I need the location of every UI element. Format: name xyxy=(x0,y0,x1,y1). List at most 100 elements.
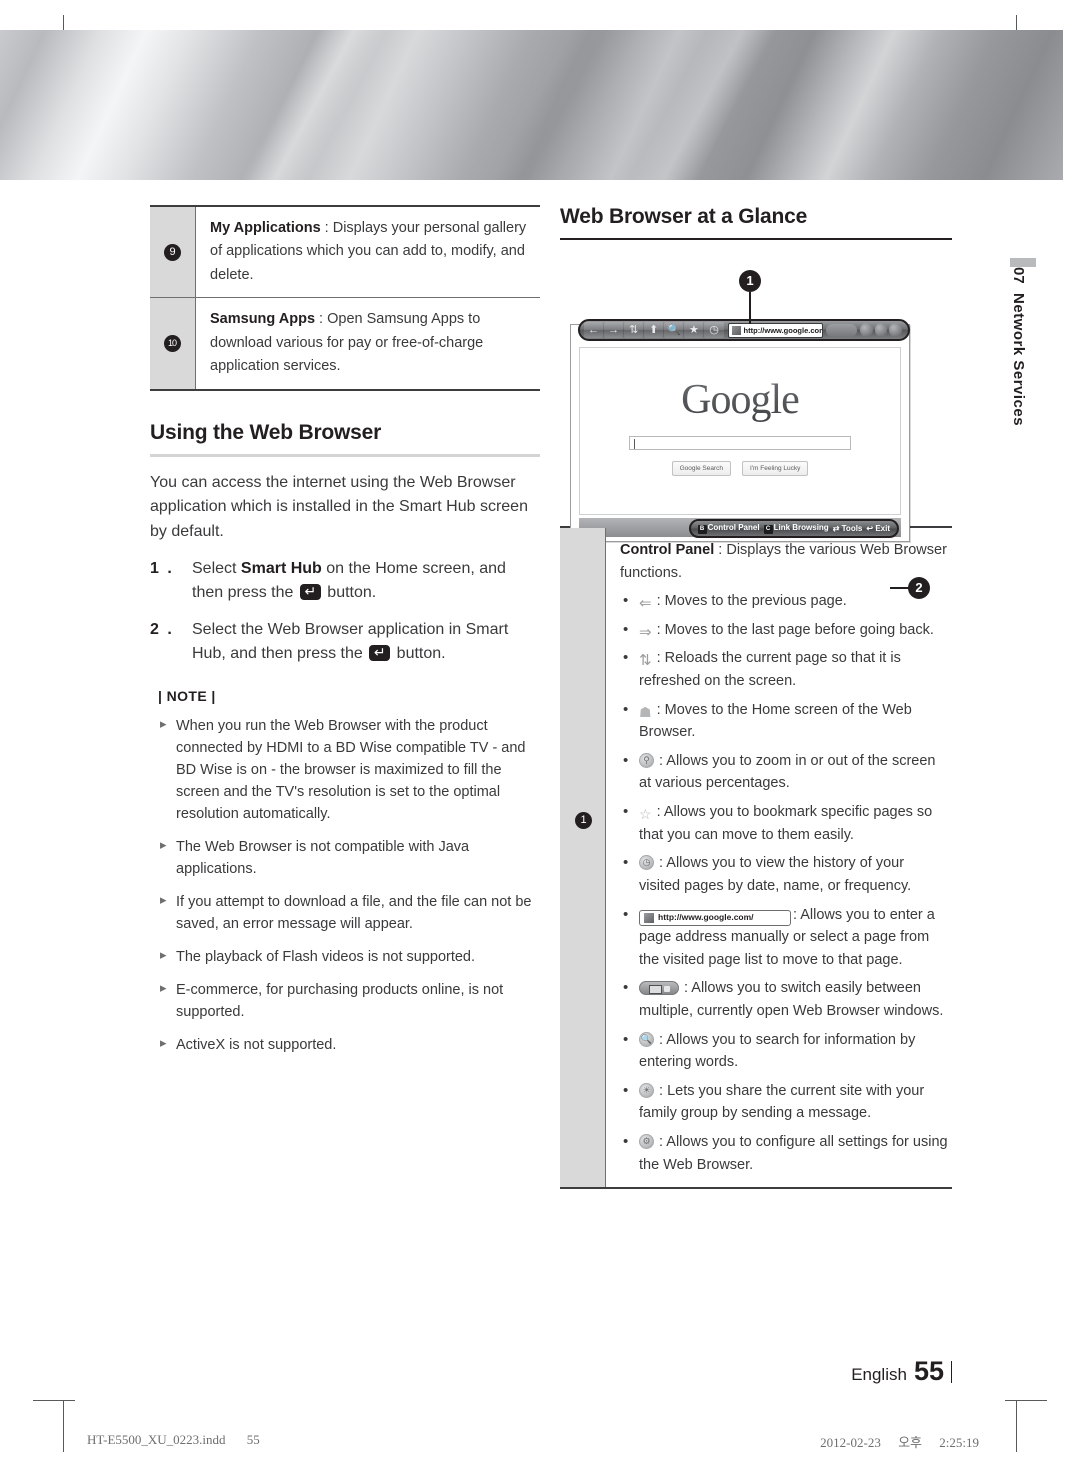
note-item: When you run the Web Browser with the pr… xyxy=(150,714,540,825)
list-item: ◷ : Allows you to view the history of yo… xyxy=(620,851,948,897)
section-heading-using-web-browser: Using the Web Browser xyxy=(150,420,382,444)
step-2-text: Select the Web Browser application in Sm… xyxy=(192,618,540,666)
google-search-button[interactable]: Google Search xyxy=(671,461,731,476)
table-row-number-cell: 9 xyxy=(150,207,196,298)
browser-page-content: Google Google Search I'm Feeling Lucky xyxy=(579,347,901,515)
search-icon[interactable] xyxy=(859,323,873,337)
crop-mark-bottom-left-vertical xyxy=(63,1400,64,1452)
intro-paragraph: You can access the internet using the We… xyxy=(150,473,528,540)
list-item-text: : Allows you to view the history of your… xyxy=(639,855,912,894)
crop-mark-bottom-right-horizontal xyxy=(1005,1400,1047,1401)
page-footer: English 55 xyxy=(851,1356,952,1387)
bookmark-star-icon: ☆ xyxy=(639,806,652,823)
circled-number-1: 1 xyxy=(575,812,592,829)
step-2: 2 . Select the Web Browser application i… xyxy=(150,618,540,666)
status-hint-label: Control Panel xyxy=(707,523,760,532)
back-arrow-icon[interactable]: ← xyxy=(584,322,604,338)
list-item: ⚙ : Allows you to configure all settings… xyxy=(620,1130,948,1176)
bookmark-star-icon[interactable]: ★ xyxy=(684,322,704,338)
key-badge-b-icon: B xyxy=(697,525,707,534)
reload-icon: ⇅ xyxy=(639,652,652,670)
exit-key-icon: ↩ xyxy=(866,524,874,533)
history-clock-icon[interactable]: ◷ xyxy=(704,322,724,338)
browser-toolbar: ← → ⇅ ⬆ 🔍 ★ ◷ http://www.google.com/ xyxy=(578,319,910,341)
favicon-icon xyxy=(731,325,741,335)
list-item: ⚲ : Allows you to zoom in or out of the … xyxy=(620,749,948,795)
window-switch-icon[interactable] xyxy=(826,323,857,337)
step-1-text: Select Smart Hub on the Home screen, and… xyxy=(192,557,540,605)
list-item: http://www.google.com/: Allows you to en… xyxy=(620,903,948,972)
home-icon[interactable]: ⬆ xyxy=(644,322,664,338)
enter-key-icon xyxy=(369,642,391,663)
chapter-title: Network Services xyxy=(1010,292,1027,426)
print-info-bar: HT-E5500_XU_0223.indd 55 2012-02-23 오후 2… xyxy=(87,1432,993,1451)
print-page: 55 xyxy=(246,1432,260,1447)
list-item-text: : Reloads the current page so that it is… xyxy=(639,650,901,690)
print-time-prefix: 오후 xyxy=(898,1435,923,1450)
step-2-before: Select the Web Browser application in Sm… xyxy=(192,620,509,662)
forward-arrow-icon: ⇒ xyxy=(639,623,652,641)
browser-status-hint: B Control Panel C Link Browsing ⇄ Tools ↩ … xyxy=(688,519,899,538)
status-hint-item: C Link Browsing xyxy=(763,523,829,534)
print-info-right: 2012-02-23 오후 2:25:19 xyxy=(820,1432,993,1451)
list-item-text: : Allows you to search for information b… xyxy=(639,1031,916,1071)
address-bar[interactable]: http://www.google.com/ xyxy=(727,322,824,338)
settings-gear-icon: ⚙ xyxy=(639,1134,654,1150)
item-separator: : xyxy=(324,220,329,236)
right-column: Web Browser at a Glance 1 ← → ⇅ ⬆ 🔍 ★ ◷ … xyxy=(560,205,952,1190)
browser-window-mockup: ← → ⇅ ⬆ 🔍 ★ ◷ http://www.google.com/ Goo… xyxy=(570,319,910,542)
control-panel-description-table: 1 Control Panel : Displays the various W… xyxy=(560,526,952,1190)
item-title: Samsung Apps xyxy=(210,311,316,328)
url-bar-icon: http://www.google.com/ xyxy=(639,909,791,926)
chapter-tab: 07 Network Services xyxy=(1010,258,1036,426)
share-icon[interactable] xyxy=(874,323,888,337)
window-switch-icon xyxy=(639,981,679,996)
google-logo: Google xyxy=(580,376,900,424)
left-column: 9 My Applications : Displays your person… xyxy=(150,205,540,1056)
list-item: ⇅ : Reloads the current page so that it … xyxy=(620,646,948,692)
step-1-before: Select xyxy=(192,559,241,577)
desc-lead: Control Panel : Displays the various Web… xyxy=(620,539,948,584)
google-search-input[interactable] xyxy=(629,436,851,450)
share-icon: ☀ xyxy=(639,1082,654,1098)
step-1-bold: Smart Hub xyxy=(240,559,322,577)
note-item: E-commerce, for purchasing products onli… xyxy=(150,978,540,1023)
callout-leader-line-1 xyxy=(749,292,751,324)
status-hint-label: Tools xyxy=(841,524,863,533)
zoom-icon: ⚲ xyxy=(639,752,654,768)
key-badge-c-icon: C xyxy=(763,525,773,534)
footer-language: English xyxy=(851,1365,907,1384)
note-item: ActiveX is not supported. xyxy=(150,1033,540,1056)
status-hint-item: B Control Panel xyxy=(697,523,760,534)
list-item: ☗ : Moves to the Home screen of the Web … xyxy=(620,698,948,744)
reload-icon[interactable]: ⇅ xyxy=(624,322,644,338)
list-item: 🔍 : Allows you to search for information… xyxy=(620,1028,948,1074)
status-hint-label: Link Browsing xyxy=(773,523,829,532)
list-item-text: : Allows you to bookmark specific pages … xyxy=(639,804,933,843)
settings-gear-icon[interactable] xyxy=(889,323,903,337)
favicon-icon xyxy=(644,912,654,923)
url-bar-icon-value: http://www.google.com/ xyxy=(658,911,754,922)
desc-text-cell: Control Panel : Displays the various Web… xyxy=(606,528,952,1187)
status-hint-label: Exit xyxy=(875,524,890,533)
footer-page-number: 55 xyxy=(913,1356,944,1386)
page-header-banner xyxy=(0,30,1063,180)
list-item-text: : Moves to the Home screen of the Web Br… xyxy=(639,701,912,741)
desc-lead-separator: : xyxy=(718,542,723,558)
print-info-left: HT-E5500_XU_0223.indd 55 xyxy=(87,1432,278,1451)
forward-arrow-icon[interactable]: → xyxy=(604,322,624,338)
circled-number-9: 9 xyxy=(164,243,181,261)
step-1: 1 . Select Smart Hub on the Home screen,… xyxy=(150,557,540,605)
print-filename: HT-E5500_XU_0223.indd xyxy=(87,1432,226,1447)
list-item: ⇒ : Moves to the last page before going … xyxy=(620,618,948,642)
list-item: ☆ : Allows you to bookmark specific page… xyxy=(620,800,948,846)
circled-number-10: 10 xyxy=(164,335,181,353)
enter-key-icon xyxy=(299,581,321,602)
feeling-lucky-button[interactable]: I'm Feeling Lucky xyxy=(742,461,809,476)
zoom-icon[interactable]: 🔍 xyxy=(664,322,684,338)
step-2-tail: button. xyxy=(392,644,446,662)
history-clock-icon: ◷ xyxy=(639,855,654,871)
google-button-row: Google Search I'm Feeling Lucky xyxy=(580,461,900,476)
list-item: : Allows you to switch easily between mu… xyxy=(620,976,948,1022)
note-heading: | NOTE | xyxy=(158,687,216,704)
